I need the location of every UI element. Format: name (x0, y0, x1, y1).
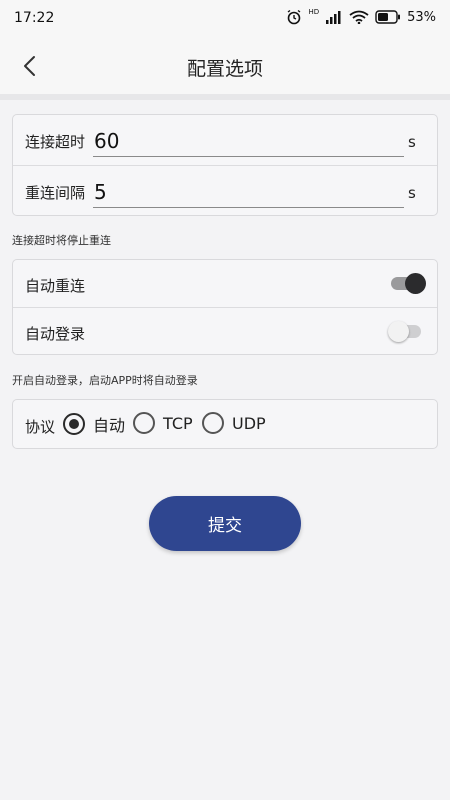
auto-login-toggle[interactable] (388, 321, 425, 342)
hd-icon: HD (308, 8, 320, 16)
auto-reconnect-label: 自动重连 (25, 277, 86, 295)
timeout-unit: s (408, 133, 416, 151)
battery-icon (375, 10, 401, 24)
protocol-radio-udp[interactable]: UDP (202, 412, 266, 434)
radio-checked-icon (63, 413, 85, 435)
protocol-radio-auto[interactable]: 自动 (63, 412, 125, 436)
status-icons: HD 53% (286, 8, 436, 25)
status-bar: 17:22 HD 53% (0, 0, 450, 38)
connection-settings-card: 连接超时 s 重连间隔 s (12, 114, 438, 216)
auto-login-row: 自动登录 (13, 307, 437, 354)
toggle-thumb (388, 321, 409, 342)
protocol-label: 协议 (25, 418, 56, 436)
submit-button[interactable]: 提交 (149, 496, 301, 551)
app-bar: 配置选项 (0, 38, 450, 94)
signal-icon (326, 11, 341, 24)
protocol-option-label: UDP (232, 413, 266, 433)
interval-unit: s (408, 184, 416, 202)
status-time: 17:22 (14, 10, 55, 26)
auto-login-hint: 开启自动登录，启动APP时将自动登录 (12, 374, 198, 387)
login-settings-card: 自动重连 自动登录 (12, 259, 438, 355)
interval-input[interactable] (93, 176, 404, 208)
interval-row: 重连间隔 s (13, 165, 437, 215)
radio-unchecked-icon (133, 412, 155, 434)
timeout-row: 连接超时 s (13, 115, 437, 165)
auto-reconnect-row: 自动重连 (13, 260, 437, 307)
protocol-option-label: 自动 (93, 416, 126, 435)
interval-label: 重连间隔 (25, 184, 86, 202)
battery-percent: 53% (407, 9, 436, 25)
wifi-icon (349, 10, 369, 24)
timeout-hint: 连接超时将停止重连 (12, 234, 111, 247)
auto-reconnect-toggle[interactable] (389, 273, 426, 294)
alarm-icon (288, 9, 301, 25)
protocol-card: 协议 自动 TCP UDP (12, 399, 438, 449)
page-title: 配置选项 (186, 58, 263, 80)
timeout-label: 连接超时 (25, 133, 86, 151)
radio-unchecked-icon (202, 412, 224, 434)
toggle-thumb (405, 273, 426, 294)
timeout-input[interactable] (93, 125, 404, 157)
auto-login-label: 自动登录 (25, 325, 86, 343)
protocol-option-label: TCP (163, 413, 193, 433)
header-divider (0, 94, 450, 100)
protocol-radio-tcp[interactable]: TCP (133, 412, 193, 434)
